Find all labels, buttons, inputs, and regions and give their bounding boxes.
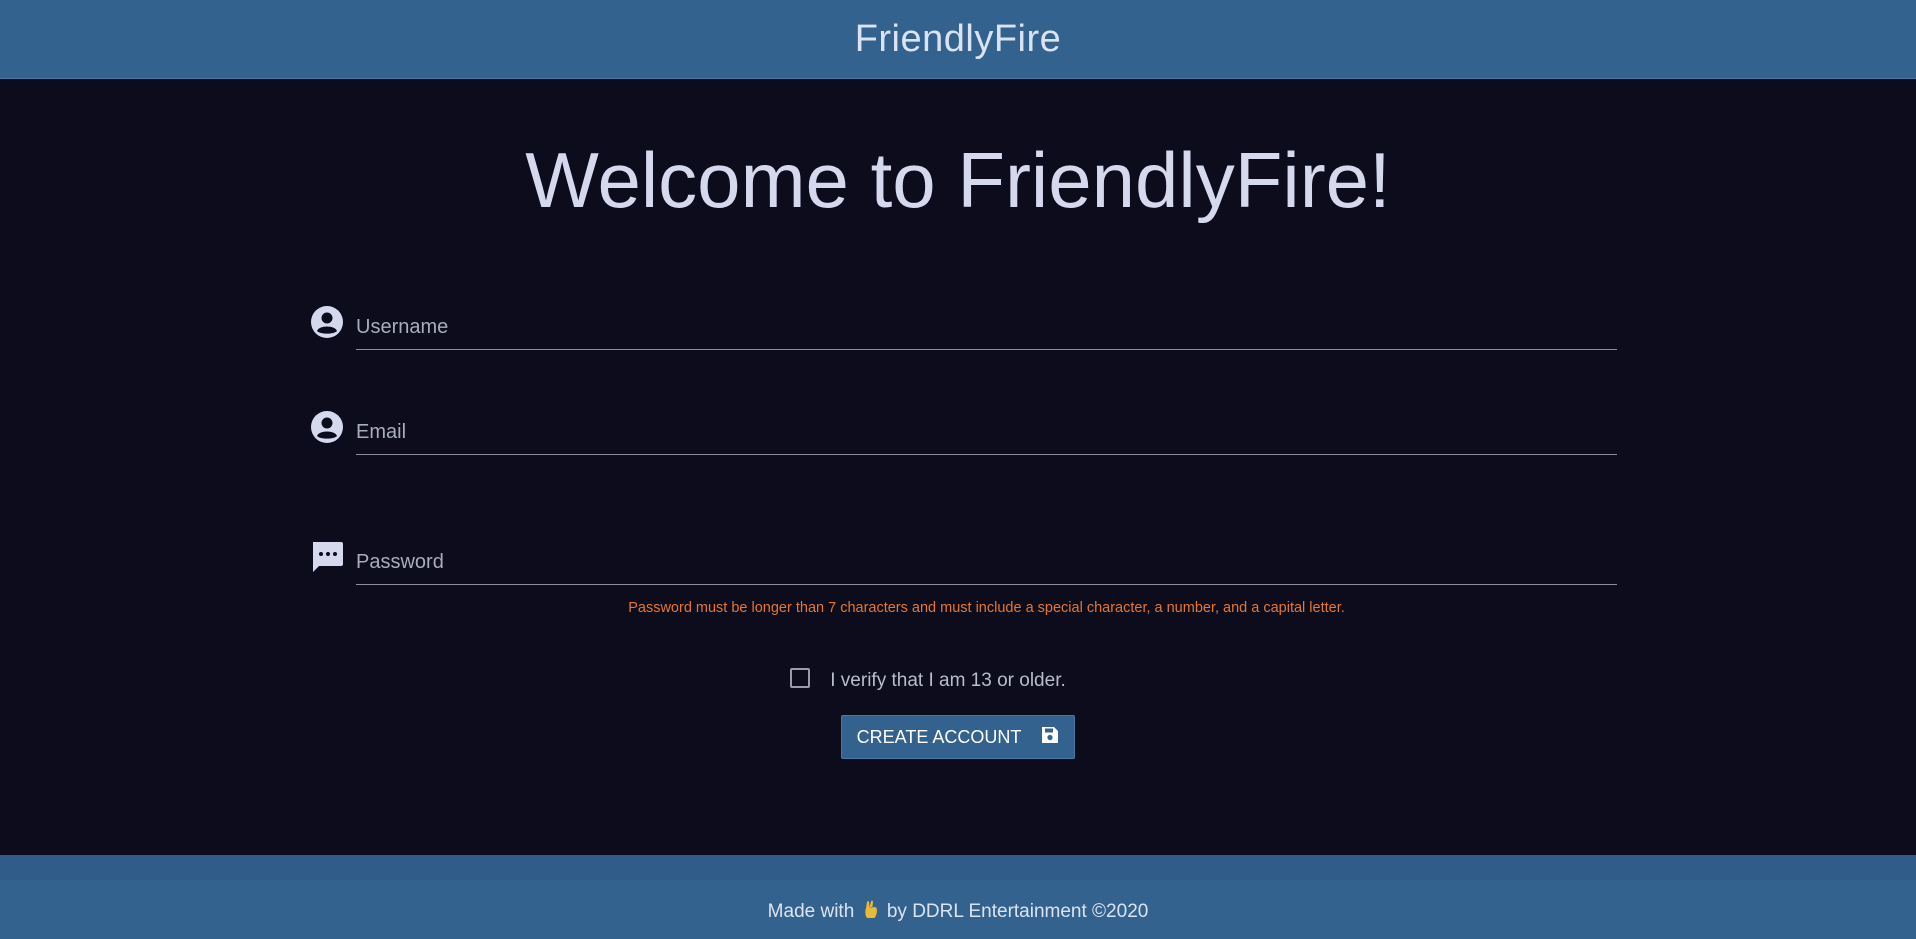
footer-made-with: Made with xyxy=(767,901,855,922)
age-verify-label[interactable]: I verify that I am 13 or older. xyxy=(830,670,1066,692)
message-dots-icon xyxy=(310,540,344,574)
create-account-button[interactable]: CREATE ACCOUNT xyxy=(841,715,1075,759)
email-input[interactable] xyxy=(356,410,1617,455)
app-title: FriendlyFire xyxy=(854,17,1062,60)
footer-stripe xyxy=(0,855,1916,880)
email-field-group xyxy=(310,410,1617,470)
page-title: Welcome to FriendlyFire! xyxy=(525,136,1391,224)
crossed-fingers-icon xyxy=(863,899,879,925)
username-field-group xyxy=(310,305,1617,365)
floppy-save-icon xyxy=(1041,726,1059,749)
account-circle-icon xyxy=(310,305,344,339)
username-input[interactable] xyxy=(356,305,1617,350)
footer-by-text: by DDRL Entertainment ©2020 xyxy=(886,901,1149,922)
account-circle-icon xyxy=(310,410,344,444)
password-input[interactable] xyxy=(356,540,1617,585)
password-hint: Password must be longer than 7 character… xyxy=(628,600,1345,616)
top-bar: FriendlyFire xyxy=(0,0,1916,79)
password-field-group xyxy=(310,540,1617,600)
age-verify-checkbox[interactable] xyxy=(790,668,811,688)
age-verify-row: I verify that I am 13 or older. xyxy=(0,664,1916,692)
footer-credit: Made with by DDRL Entertainment ©2020 xyxy=(0,899,1916,925)
footer: Made with by DDRL Entertainment ©2020 xyxy=(0,855,1916,939)
create-account-label: CREATE ACCOUNT xyxy=(856,726,1022,747)
